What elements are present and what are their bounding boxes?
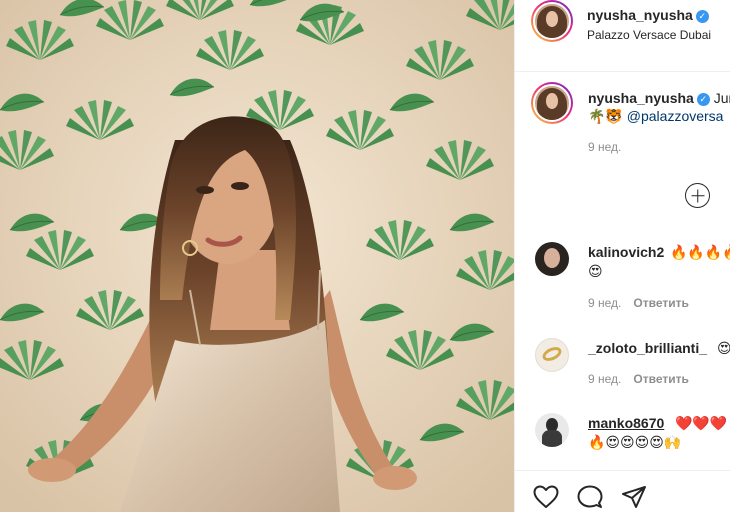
caption-time: 9 нед. bbox=[588, 140, 622, 154]
commenter-avatar[interactable] bbox=[535, 413, 569, 447]
comment-username[interactable]: _zoloto_brillianti_ bbox=[588, 340, 707, 356]
author-avatar[interactable] bbox=[531, 0, 573, 42]
caption-mention[interactable]: @palazzoversa bbox=[627, 108, 724, 124]
reply-button[interactable]: Ответить bbox=[633, 296, 688, 310]
comment-username[interactable]: manko8670 bbox=[588, 415, 664, 431]
verified-badge-icon: ✓ bbox=[695, 10, 709, 23]
comment-text-line-2: 😍 bbox=[588, 263, 603, 279]
reply-button[interactable]: Ответить bbox=[633, 372, 688, 386]
caption-emojis: 🌴🐯 bbox=[588, 108, 623, 124]
comment-username[interactable]: kalinovich2 bbox=[588, 244, 664, 260]
author-name-row: nyusha_nyusha ✓ bbox=[587, 7, 709, 23]
comment-time: 9 нед. bbox=[588, 372, 622, 386]
comment-icon[interactable] bbox=[577, 485, 603, 509]
comment-meta: 9 нед. Ответить bbox=[588, 296, 689, 310]
comment-text: 😍 bbox=[717, 340, 730, 357]
comment-time: 9 нед. bbox=[588, 296, 622, 310]
comment-meta: 9 нед. Ответить bbox=[588, 372, 689, 386]
photo-illustration bbox=[0, 0, 514, 512]
verified-badge-icon: ✓ bbox=[696, 93, 710, 106]
post-action-bar bbox=[515, 470, 730, 512]
caption-text: Jun bbox=[713, 90, 730, 106]
author-username[interactable]: nyusha_nyusha bbox=[587, 7, 693, 23]
caption-line: nyusha_nyusha✓ Jun bbox=[588, 90, 730, 106]
plus-circle-icon[interactable] bbox=[685, 183, 710, 208]
comment-text: 🔥🔥🔥🔥 bbox=[670, 244, 730, 260]
comment-text: ❤️❤️❤️ bbox=[675, 415, 728, 431]
caption-line-2: 🌴🐯 @palazzoversa bbox=[588, 108, 723, 125]
heart-icon[interactable] bbox=[533, 485, 559, 509]
caption-avatar[interactable] bbox=[531, 82, 573, 124]
comment-text-line-2: 🔥😍😍😍😍🙌 bbox=[588, 434, 682, 450]
commenter-avatar[interactable] bbox=[535, 242, 569, 276]
post-photo[interactable] bbox=[0, 0, 514, 512]
commenter-avatar[interactable] bbox=[535, 338, 569, 372]
post-side-panel: nyusha_nyusha ✓ Palazzo Versace Dubai nyu… bbox=[514, 0, 730, 512]
post-location[interactable]: Palazzo Versace Dubai bbox=[587, 28, 711, 42]
post-header: nyusha_nyusha ✓ Palazzo Versace Dubai bbox=[515, 0, 730, 72]
caption-username[interactable]: nyusha_nyusha bbox=[588, 90, 694, 106]
share-icon[interactable] bbox=[621, 485, 647, 509]
